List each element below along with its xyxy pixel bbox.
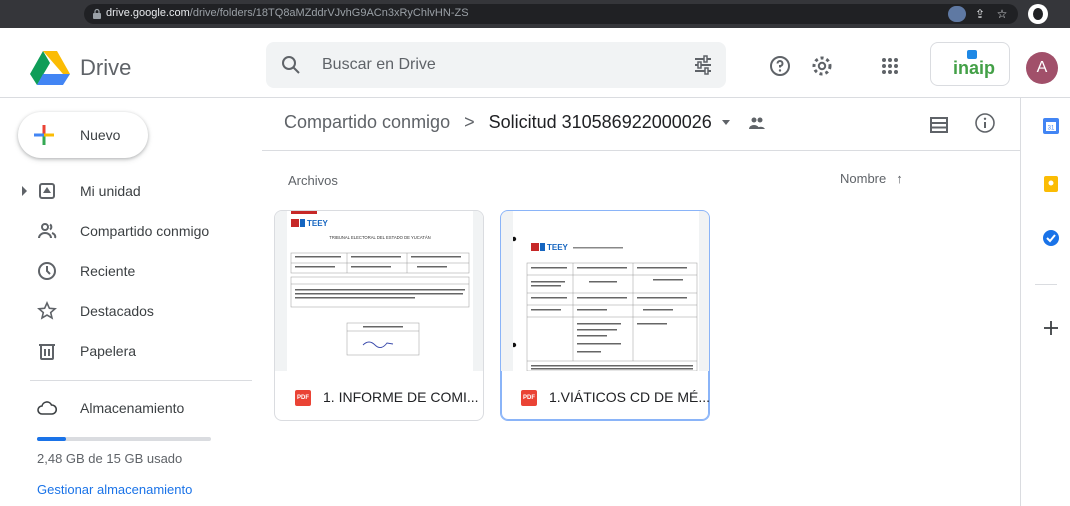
breadcrumb: Compartido conmigo > Solicitud 310586922… [284,112,766,133]
app-brand[interactable]: Drive [80,55,131,81]
svg-text:31: 31 [1048,126,1055,132]
apps-grid-icon[interactable] [878,54,902,78]
document-preview: TEEY TRIBUNAL ELECTORAL DEL ESTADO DE YU… [287,211,473,371]
org-badge[interactable]: inaip [930,42,1010,86]
search-input[interactable] [322,54,652,76]
plus-icon [34,125,54,145]
trash-icon [39,344,55,360]
expand-caret-icon[interactable] [22,186,27,196]
help-icon[interactable] [768,54,792,78]
new-button[interactable]: Nuevo [18,112,148,158]
side-panel-rail: 31 [1020,98,1070,506]
folder-menu-dropdown-icon[interactable] [721,120,730,125]
search-lens-icon[interactable] [948,6,966,22]
cloud-icon [37,401,57,415]
thumb-logo-text: TEEY [307,219,329,228]
manage-storage-link[interactable]: Gestionar almacenamiento [37,482,192,497]
add-addon-plus-icon[interactable] [1041,318,1061,338]
sort-label[interactable]: Nombre [840,171,886,186]
browser-toolbar: drive.google.com/drive/folders/18TQ8aMZd… [0,0,1070,28]
header-divider [262,150,1020,151]
search-bar[interactable] [266,42,726,88]
lock-icon [93,8,101,19]
pdf-file-icon: PDF [295,390,311,406]
thumb-logo-text: TEEY [547,243,569,252]
storage-usage-text: 2,48 GB de 15 GB usado [37,451,183,466]
share-icon[interactable]: ⇪ [972,6,988,22]
info-icon[interactable] [974,112,996,134]
breadcrumb-current-folder[interactable]: Solicitud 310586922000026 [489,112,712,133]
breadcrumb-separator: > [464,112,475,132]
files-section-title: Archivos [288,173,338,188]
tasks-icon[interactable] [1041,228,1061,248]
storage-usage-bar [37,437,211,441]
my-drive-icon [39,183,55,199]
clock-icon [38,262,56,280]
sidebar-item-my-drive[interactable]: Mi unidad [0,175,262,207]
drive-logo-icon[interactable] [30,51,70,87]
main-content: Compartido conmigo > Solicitud 310586922… [262,98,1020,506]
breadcrumb-parent[interactable]: Compartido conmigo [284,112,450,133]
file-card[interactable]: TEEY TRIBUNAL ELECTORAL DEL ESTADO DE YU… [274,210,484,421]
sort-control[interactable]: Nombre ↑ [840,171,903,186]
sidebar-item-trash[interactable]: Papelera [0,335,262,367]
browser-profile-icon[interactable] [1028,4,1048,24]
shared-folder-icon [748,117,765,129]
file-name: 1. INFORME DE COMI... [323,389,479,405]
account-avatar[interactable]: A [1026,52,1058,84]
star-icon [37,301,57,320]
thumb-title-text: TRIBUNAL ELECTORAL DEL ESTADO DE YUCATÁN [329,235,430,240]
sidebar-item-starred[interactable]: Destacados [0,295,262,327]
file-thumbnail: TEEY [501,211,709,371]
sidebar-item-shared[interactable]: Compartido conmigo [0,215,262,247]
settings-gear-icon[interactable] [810,54,834,78]
calendar-icon[interactable]: 31 [1041,116,1061,136]
app-header: Drive inaip A [0,28,1070,98]
file-card[interactable]: TEEY PDF 1.VIÁTICOS CD DE MÉ... [500,210,710,421]
search-icon[interactable] [280,54,302,76]
sidebar-divider [30,380,252,381]
sort-ascending-arrow-icon[interactable]: ↑ [896,171,903,186]
file-name: 1.VIÁTICOS CD DE MÉ... [549,389,710,405]
sidebar: Nuevo Mi unidad Compartido conmigo Recie… [0,98,262,506]
search-options-icon[interactable] [692,54,714,76]
keep-notes-icon[interactable] [1041,174,1061,194]
rail-divider [1035,284,1057,285]
list-view-icon[interactable] [928,114,950,136]
bookmark-star-icon[interactable]: ☆ [994,6,1010,22]
shared-icon [38,223,57,239]
sidebar-item-recent[interactable]: Reciente [0,255,262,287]
file-thumbnail: TEEY TRIBUNAL ELECTORAL DEL ESTADO DE YU… [275,211,483,371]
pdf-file-icon: PDF [521,390,537,406]
document-preview: TEEY [513,211,699,371]
url-text: drive.google.com/drive/folders/18TQ8aMZd… [106,7,469,19]
address-bar[interactable]: drive.google.com/drive/folders/18TQ8aMZd… [84,4,1018,24]
sidebar-item-storage[interactable]: Almacenamiento [0,392,262,424]
